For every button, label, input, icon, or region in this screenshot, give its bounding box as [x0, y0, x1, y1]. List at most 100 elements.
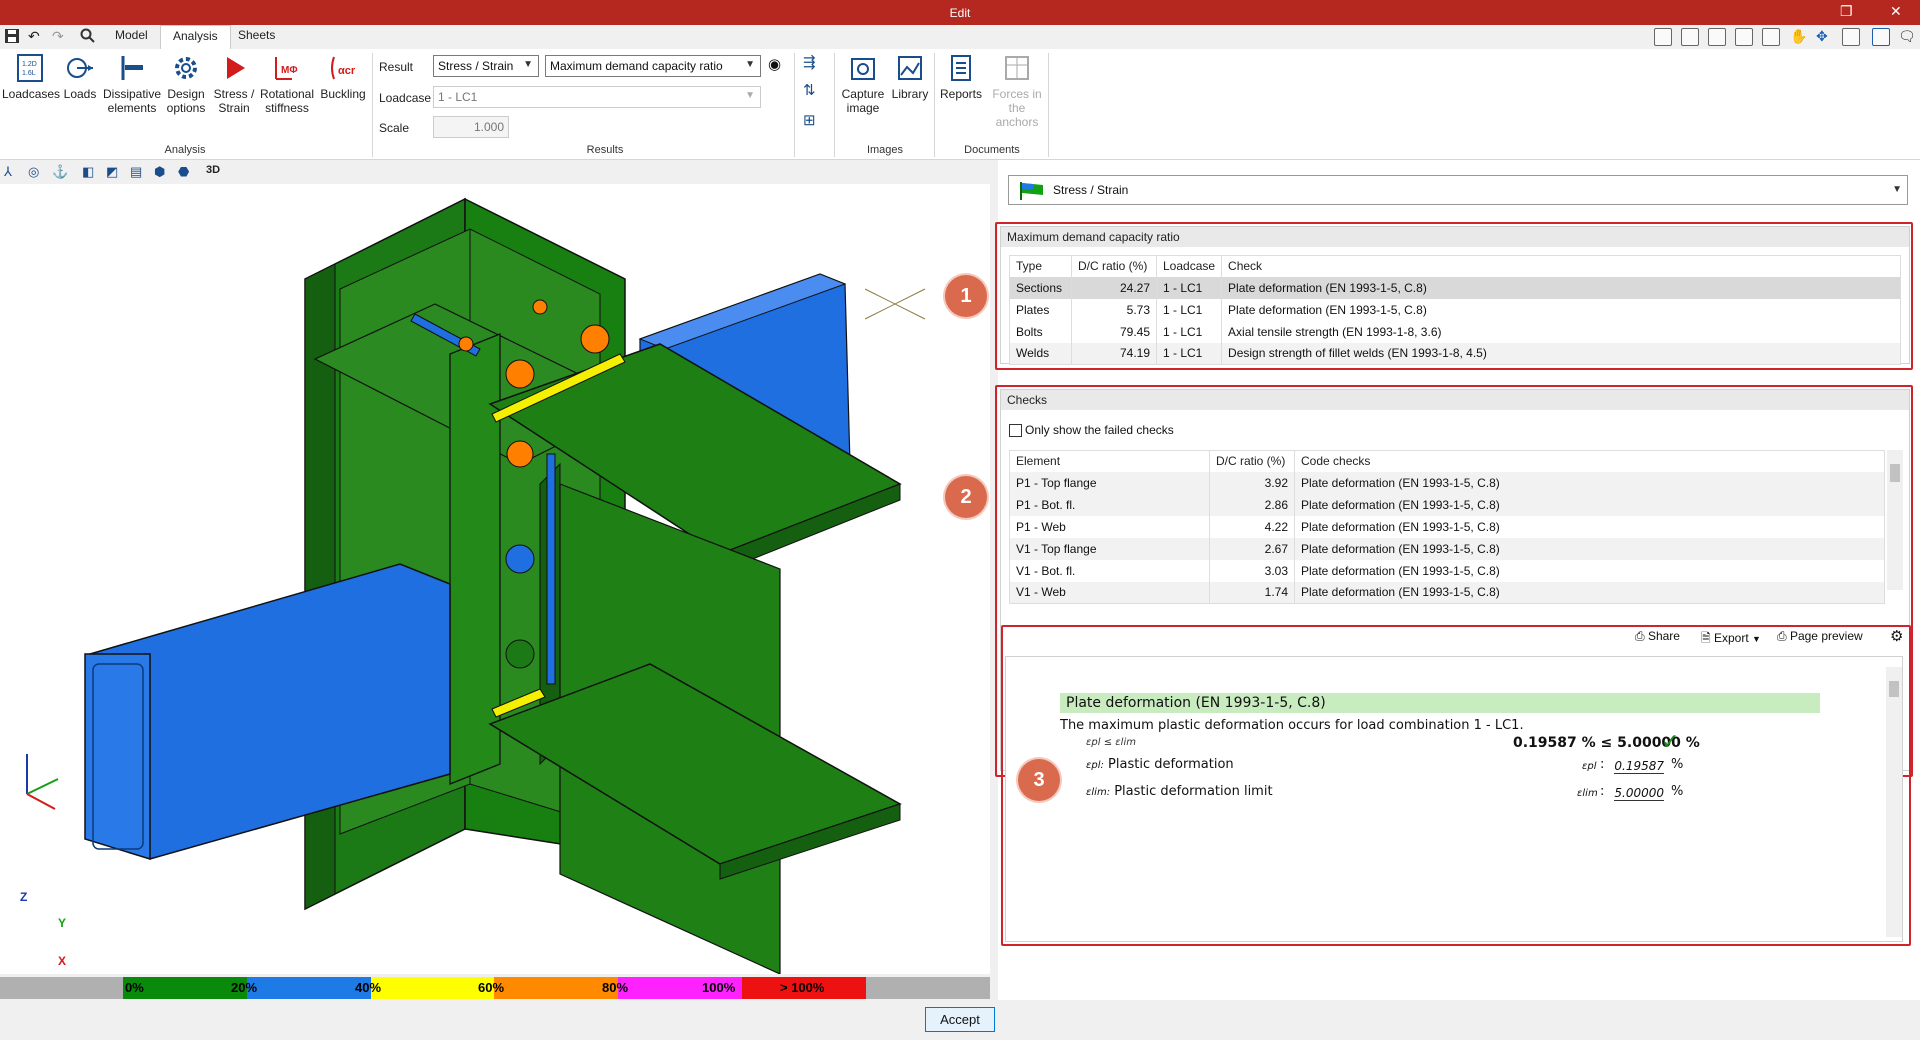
result-label: Result: [379, 60, 414, 74]
result-select[interactable]: Stress / Strain ▼: [433, 55, 539, 77]
dissipative-label: Dissipative elements: [102, 87, 162, 115]
move-icon[interactable]: ✥: [1816, 28, 1828, 45]
design-options-label: Design options: [166, 87, 206, 115]
view-select-value: Stress / Strain: [1053, 183, 1129, 197]
undo-icon[interactable]: ↶: [28, 28, 40, 45]
loads-button[interactable]: Loads: [62, 53, 98, 101]
legend-segment-yellow: [371, 977, 494, 999]
rotate-view-icon[interactable]: ◎: [28, 164, 39, 180]
stress-strain-button[interactable]: Stress / Strain: [212, 53, 256, 115]
svg-text:1.2D: 1.2D: [22, 61, 37, 68]
library-icon: [898, 56, 922, 80]
legend-toggle-icon[interactable]: ◉: [768, 55, 781, 73]
stress-strain-label: Stress / Strain: [213, 87, 255, 115]
tab-model[interactable]: Model: [103, 25, 160, 49]
rotational-stiffness-label: Rotational stiffness: [259, 87, 315, 115]
anchor-icon[interactable]: ⚓: [52, 164, 68, 180]
dissipative-elements-button[interactable]: Dissipative elements: [102, 53, 162, 115]
view-side-icon[interactable]: ◩: [106, 164, 118, 180]
legend-label-40: 40%: [355, 980, 382, 995]
library-button[interactable]: Library: [888, 53, 932, 101]
view-tool-3-icon[interactable]: [1708, 28, 1726, 46]
svg-text:MΦ: MΦ: [281, 65, 298, 76]
group-documents-label: Documents: [964, 144, 1020, 156]
grid-tool-icon[interactable]: ⊞: [803, 111, 816, 129]
view-tool-4-icon[interactable]: [1735, 28, 1753, 46]
view-top-icon[interactable]: ▤: [130, 164, 142, 180]
svg-text:αcr: αcr: [338, 65, 356, 77]
badge-1: 1: [945, 275, 987, 317]
loads-label: Loads: [63, 87, 97, 101]
color-legend-bar: 0% 20% 40% 60% 80% 100% > 100%: [0, 977, 990, 999]
result-mode-select[interactable]: Maximum demand capacity ratio ▼: [545, 55, 761, 77]
stress-strain-flag-icon: [1020, 182, 1043, 200]
axis-y-label: Y: [58, 916, 67, 930]
window-title: Edit: [949, 6, 971, 20]
ribbon-separator: [934, 53, 935, 157]
badge-2: 2: [945, 476, 987, 518]
view-front-icon[interactable]: ◧: [82, 164, 94, 180]
view-iso-icon[interactable]: ⬢: [154, 164, 165, 180]
result-mode-value: Maximum demand capacity ratio: [550, 59, 723, 73]
reports-icon: [951, 55, 971, 81]
3d-view-icon[interactable]: 3D: [206, 164, 220, 176]
loadcases-label: Loadcases: [2, 87, 61, 101]
pan-hand-icon[interactable]: ✋: [1790, 28, 1807, 45]
legend-label-20: 20%: [231, 980, 258, 995]
accept-button[interactable]: Accept: [925, 1007, 995, 1032]
reports-button[interactable]: Reports: [938, 53, 984, 101]
highlight-box-1: [995, 222, 1913, 370]
legend-label-80: 80%: [602, 980, 629, 995]
legend-segment-blue: [247, 977, 371, 999]
chevron-down-icon: ▼: [1892, 184, 1902, 195]
view-tool-5-icon[interactable]: [1762, 28, 1780, 46]
ribbon-separator: [834, 53, 835, 157]
save-icon[interactable]: [4, 28, 20, 47]
axes-icon[interactable]: ⅄: [4, 164, 12, 180]
buckling-button[interactable]: αcr Buckling: [318, 53, 368, 101]
rotational-stiffness-icon: MΦ: [275, 57, 298, 80]
search-icon[interactable]: [80, 28, 96, 47]
tab-sheets[interactable]: Sheets: [226, 25, 287, 49]
buckling-icon: αcr: [331, 56, 356, 80]
forces-in-anchors-button[interactable]: Forces in the anchors: [988, 53, 1046, 129]
loadcase-select-value: 1 - LC1: [438, 90, 478, 104]
anchors-table-icon: [1005, 56, 1029, 80]
view-box-icon[interactable]: ⬣: [178, 164, 189, 180]
redo-icon[interactable]: ↷: [52, 28, 64, 45]
capture-image-label: Capture image: [841, 87, 885, 115]
comment-icon[interactable]: 🗨: [1898, 28, 1916, 45]
loadcases-button[interactable]: 1.2D 1.6L Loadcases: [2, 53, 61, 101]
scale-input[interactable]: 1.000: [433, 116, 509, 138]
view-tool-2-icon[interactable]: [1681, 28, 1699, 46]
forces-in-anchors-label: Forces in the anchors: [992, 87, 1042, 129]
results-pane: Stress / Strain ▼ Maximum demand capacit…: [945, 160, 1920, 1000]
loadcase-select[interactable]: 1 - LC1 ▼: [433, 86, 761, 108]
window-mode-icon[interactable]: [1872, 28, 1890, 46]
rotational-stiffness-button[interactable]: MΦ Rotational stiffness: [258, 53, 316, 115]
ribbon: 1.2D 1.6L Loadcases Loads Dissipative ele…: [0, 49, 1920, 160]
camera-icon: [851, 58, 875, 80]
legend-segment-orange: [494, 977, 618, 999]
buckling-label: Buckling: [320, 87, 366, 101]
tabs-row: ↶ ↷ Model Analysis Sheets ✋ ✥ 🗨: [0, 25, 1920, 49]
view-tool-1-icon[interactable]: [1654, 28, 1672, 46]
restore-window-icon[interactable]: ❐: [1840, 3, 1853, 20]
arrows-updown-icon[interactable]: ⇅: [803, 81, 816, 99]
ribbon-separator: [794, 53, 795, 157]
legend-label-over-100: > 100%: [780, 980, 825, 995]
highlight-box-3: [1001, 625, 1911, 946]
chevron-down-icon: ▼: [745, 90, 755, 101]
tab-analysis[interactable]: Analysis: [160, 25, 231, 49]
capture-image-button[interactable]: Capture image: [838, 53, 888, 115]
view-tool-6-icon[interactable]: [1842, 28, 1860, 46]
view-select[interactable]: Stress / Strain ▼: [1008, 175, 1908, 205]
chevron-down-icon: ▼: [745, 59, 755, 70]
close-window-icon[interactable]: ✕: [1890, 3, 1902, 20]
design-options-button[interactable]: Design options: [164, 53, 208, 115]
arrows-right-icon[interactable]: ⇶: [803, 53, 816, 71]
3d-viewport[interactable]: Z Y X: [0, 184, 990, 975]
dissipative-icon: [121, 56, 143, 80]
group-results-label: Results: [586, 144, 624, 156]
result-select-value: Stress / Strain: [438, 59, 514, 73]
